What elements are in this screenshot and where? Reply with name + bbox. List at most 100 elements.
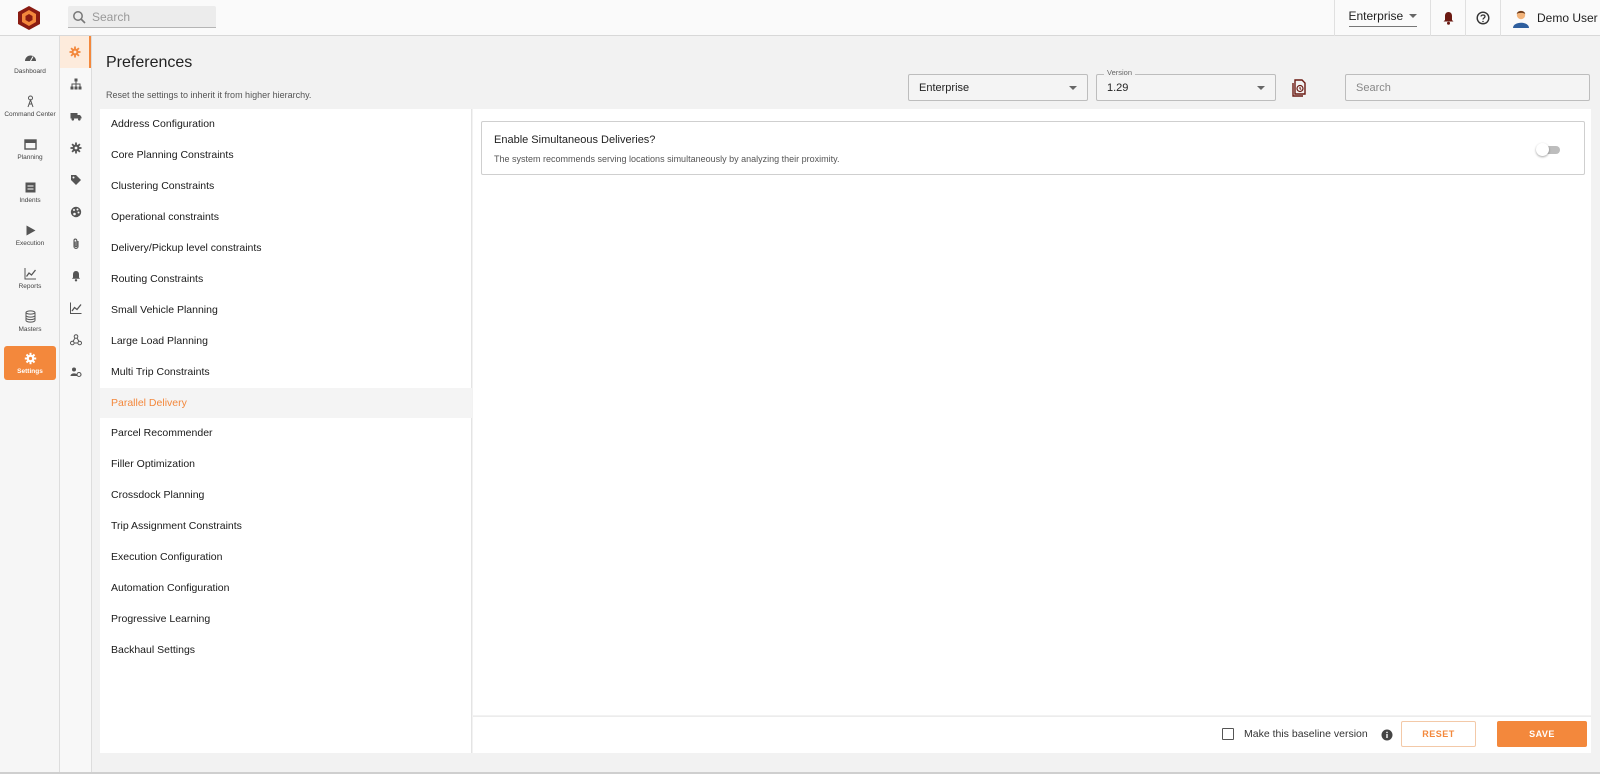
category-item-operational-constraints[interactable]: Operational constraints — [100, 202, 472, 232]
page-title: Preferences — [106, 54, 193, 71]
settings-content: Enable Simultaneous Deliveries? The syst… — [473, 109, 1591, 715]
nav-item-command-center[interactable]: Command Center — [4, 89, 56, 123]
subnav-vehicles[interactable] — [60, 100, 91, 132]
category-item-progressive-learning[interactable]: Progressive Learning — [100, 604, 472, 634]
nav-item-dashboard[interactable]: Dashboard — [4, 46, 56, 80]
nav-label: Dashboard — [14, 67, 46, 75]
org-selector-dropdown[interactable]: Enterprise — [1348, 9, 1417, 27]
paperclip-icon — [72, 238, 79, 250]
baseline-checkbox[interactable]: Make this baseline version — [1222, 728, 1368, 740]
bell-icon — [71, 271, 80, 282]
category-item-multi-trip-constraints[interactable]: Multi Trip Constraints — [100, 357, 472, 387]
info-icon[interactable] — [1381, 729, 1393, 741]
reset-button[interactable]: RESET — [1401, 721, 1476, 747]
save-button[interactable]: SAVE — [1497, 721, 1587, 747]
nav-label: Indents — [19, 196, 41, 204]
dashboard-icon — [24, 55, 36, 61]
top-right-tools: Enterprise Demo User — [1334, 0, 1600, 36]
chart-line-icon — [69, 302, 82, 314]
gear-icon — [69, 46, 80, 58]
chevron-down-icon — [1257, 85, 1265, 90]
notifications-button[interactable] — [1430, 0, 1465, 36]
command-center-icon — [27, 95, 33, 107]
nav-item-masters[interactable]: Masters — [4, 304, 56, 338]
truck-icon — [70, 113, 81, 121]
nav-label: Reports — [18, 282, 42, 290]
indents-icon — [25, 182, 35, 192]
org-selector[interactable]: Enterprise — [1334, 0, 1430, 36]
primary-sidebar: Dashboard Command Center Planning Indent… — [0, 36, 60, 774]
baseline-label: Make this baseline version — [1244, 728, 1368, 740]
nav-item-planning[interactable]: Planning — [4, 132, 56, 166]
app-logo-icon[interactable] — [16, 5, 42, 31]
category-item-address-configuration[interactable]: Address Configuration — [100, 109, 472, 139]
chevron-down-icon — [1408, 14, 1417, 18]
version-label: Version — [1104, 68, 1136, 77]
version-history-icon[interactable] — [1292, 79, 1308, 97]
checkbox-box[interactable] — [1222, 728, 1234, 740]
setting-title: Enable Simultaneous Deliveries? — [494, 134, 656, 146]
bell-icon — [1443, 12, 1453, 25]
subnav-configuration[interactable] — [60, 132, 91, 164]
user-name: Demo User — [1537, 11, 1598, 25]
category-item-small-vehicle-planning[interactable]: Small Vehicle Planning — [100, 295, 472, 325]
planning-icon — [23, 138, 37, 150]
tag-icon — [70, 175, 81, 185]
category-item-backhaul-settings[interactable]: Backhaul Settings — [100, 635, 472, 665]
category-item-delivery-pickup-constraints[interactable]: Delivery/Pickup level constraints — [100, 233, 472, 263]
category-item-routing-constraints[interactable]: Routing Constraints — [100, 264, 472, 294]
action-footer: Make this baseline version RESET SAVE — [473, 716, 1591, 753]
help-icon — [1476, 11, 1490, 25]
nav-item-execution[interactable]: Execution — [4, 218, 56, 252]
setting-card: Enable Simultaneous Deliveries? The syst… — [481, 121, 1585, 175]
chevron-down-icon — [1069, 85, 1077, 90]
user-menu[interactable]: Demo User — [1500, 0, 1600, 36]
nav-item-reports[interactable]: Reports — [4, 261, 56, 295]
help-button[interactable] — [1465, 0, 1500, 36]
nav-label: Settings — [17, 367, 43, 375]
nav-item-indents[interactable]: Indents — [4, 175, 56, 209]
settings-search-input[interactable] — [1345, 74, 1590, 101]
category-item-execution-configuration[interactable]: Execution Configuration — [100, 542, 472, 572]
category-item-parcel-recommender[interactable]: Parcel Recommender — [100, 418, 472, 448]
subnav-tags[interactable] — [60, 164, 91, 196]
category-item-core-planning-constraints[interactable]: Core Planning Constraints — [100, 140, 472, 170]
category-item-trip-assignment-constraints[interactable]: Trip Assignment Constraints — [100, 511, 472, 541]
chart-line-icon — [24, 267, 36, 279]
nav-label: Planning — [17, 153, 43, 161]
user-settings-icon — [70, 367, 82, 378]
global-search-input[interactable] — [92, 9, 212, 24]
hierarchy-icon — [70, 78, 81, 90]
top-bar: Enterprise Demo User — [0, 0, 1600, 36]
hierarchy-select-value: Enterprise — [919, 81, 970, 94]
version-select[interactable]: 1.29 — [1096, 74, 1276, 101]
category-item-crossdock-planning[interactable]: Crossdock Planning — [100, 480, 472, 510]
database-icon — [25, 309, 35, 323]
setting-description: The system recommends serving locations … — [494, 154, 840, 164]
subnav-attachments[interactable] — [60, 228, 91, 260]
hierarchy-select[interactable]: Enterprise — [908, 74, 1088, 101]
org-selector-value: Enterprise — [1348, 9, 1404, 23]
cog-icon — [70, 142, 81, 154]
category-item-parallel-delivery[interactable]: Parallel Delivery — [100, 388, 472, 418]
search-icon — [73, 10, 86, 24]
category-item-clustering-constraints[interactable]: Clustering Constraints — [100, 171, 472, 201]
subnav-analytics[interactable] — [60, 292, 91, 324]
subnav-preferences[interactable] — [60, 36, 91, 68]
subnav-users[interactable] — [60, 356, 91, 388]
simultaneous-deliveries-toggle[interactable] — [1536, 143, 1562, 156]
network-icon — [69, 334, 82, 346]
category-item-filler-optimization[interactable]: Filler Optimization — [100, 449, 472, 479]
subnav-notifications[interactable] — [60, 260, 91, 292]
toggle-knob — [1536, 143, 1549, 156]
nav-item-settings[interactable]: Settings — [4, 346, 56, 380]
avatar — [1513, 10, 1529, 28]
play-icon — [26, 225, 35, 235]
category-item-large-load-planning[interactable]: Large Load Planning — [100, 326, 472, 356]
category-list: Address Configuration Core Planning Cons… — [100, 109, 472, 753]
subnav-themes[interactable] — [60, 196, 91, 228]
global-search[interactable] — [68, 6, 216, 28]
subnav-hierarchy[interactable] — [60, 68, 91, 100]
category-item-automation-configuration[interactable]: Automation Configuration — [100, 573, 472, 603]
subnav-integrations[interactable] — [60, 324, 91, 356]
